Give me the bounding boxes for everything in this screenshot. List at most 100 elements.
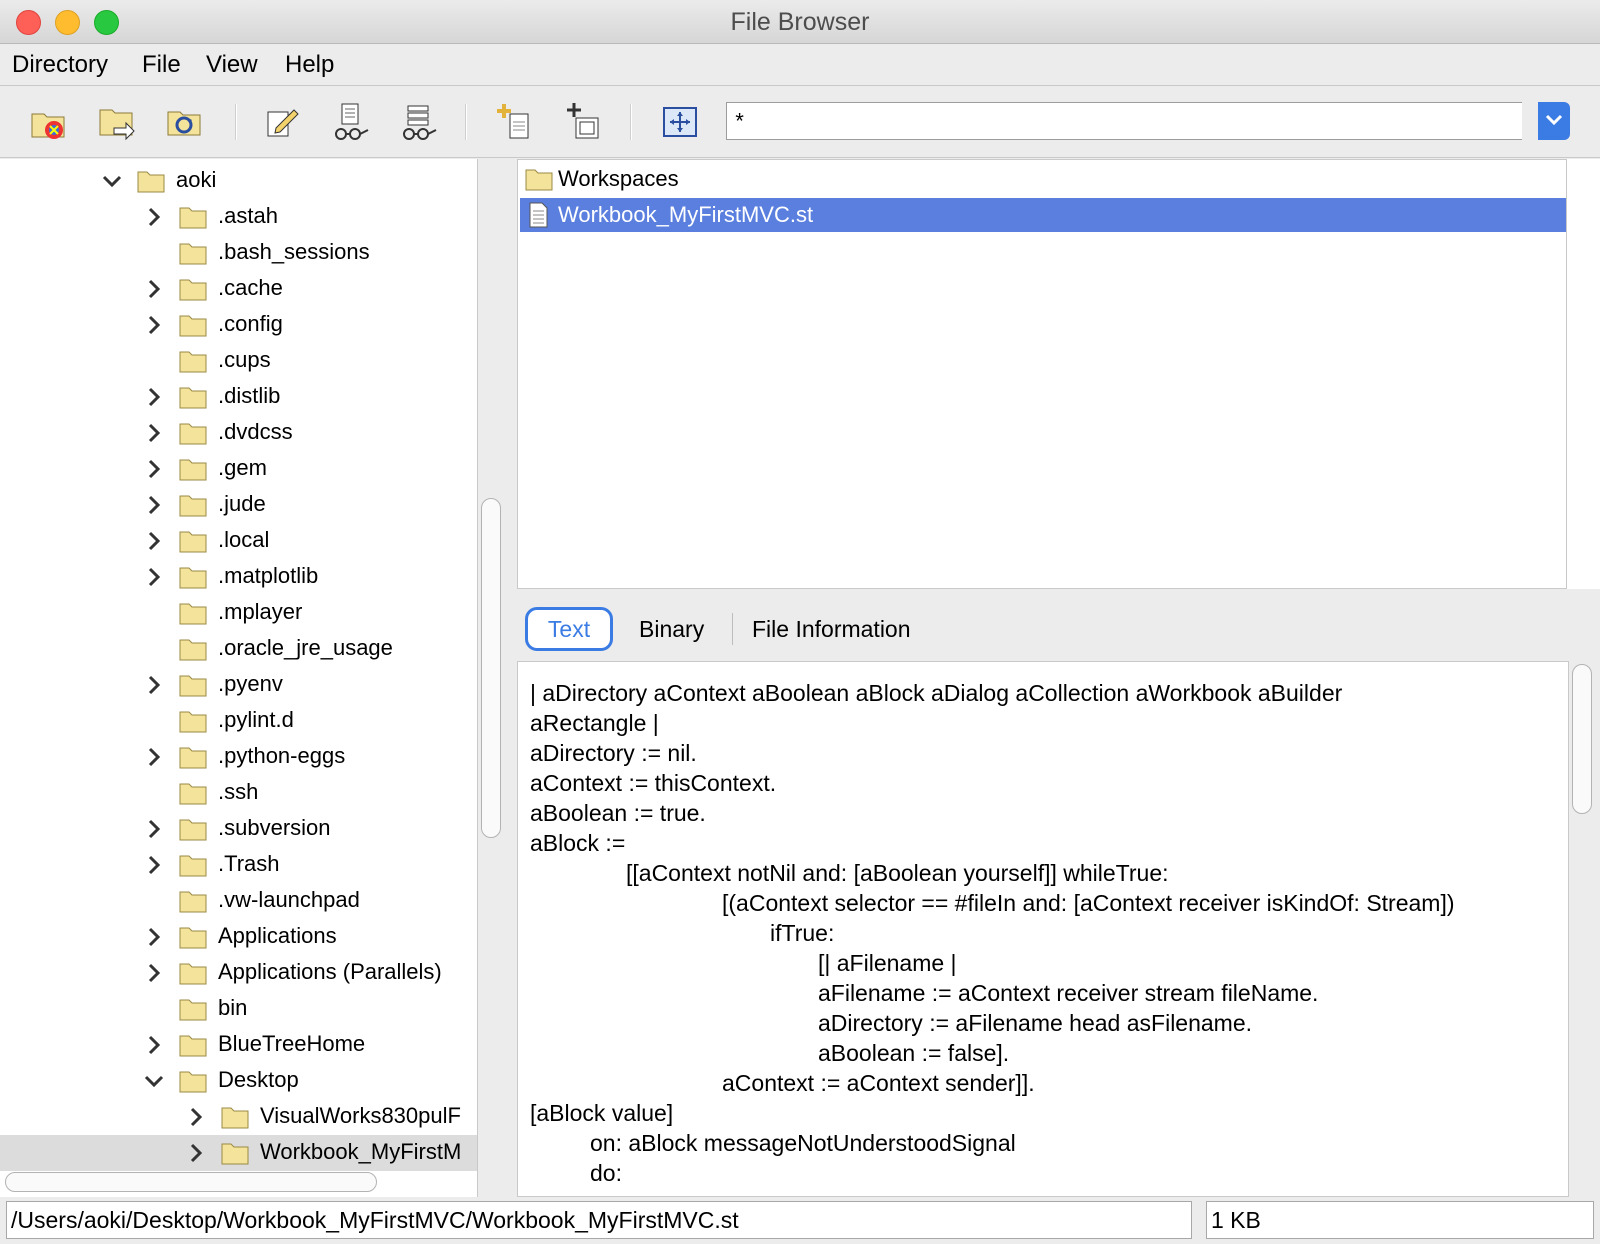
file-list[interactable]: Workspaces Workbook_MyFirstMVC.st (517, 159, 1569, 589)
code-line: aBlock := (530, 830, 626, 856)
file-list-item-selected[interactable]: Workbook_MyFirstMVC.st (520, 198, 1566, 232)
chevron-right-icon[interactable] (144, 963, 164, 983)
directory-tree[interactable]: aoki .astah .bash_sessions .cache .config .cu… (0, 159, 478, 1197)
tree-item[interactable]: .Trash (0, 847, 477, 883)
new-file-icon[interactable] (494, 100, 538, 144)
fit-icon[interactable] (658, 100, 702, 144)
code-line: on: aBlock messageNotUnderstoodSignal (590, 1130, 1016, 1156)
tree-vertical-scrollbar[interactable] (481, 498, 501, 838)
filter-dropdown-button[interactable] (1538, 102, 1570, 140)
tree-item[interactable]: .distlib (0, 379, 477, 415)
tree-item[interactable]: .python-eggs (0, 739, 477, 775)
tree-item[interactable]: BlueTreeHome (0, 1027, 477, 1063)
tree-item[interactable]: .mplayer (0, 595, 477, 631)
tree-item[interactable]: .ssh (0, 775, 477, 811)
inspect-directory-icon[interactable] (398, 100, 442, 144)
chevron-right-icon[interactable] (144, 495, 164, 515)
code-line: [aBlock value] (530, 1100, 674, 1126)
chevron-right-icon[interactable] (144, 927, 164, 947)
menu-directory[interactable]: Directory (12, 51, 108, 79)
edit-icon[interactable] (262, 100, 306, 144)
menu-help[interactable]: Help (285, 51, 334, 79)
tree-item[interactable]: .cache (0, 271, 477, 307)
chevron-right-icon[interactable] (144, 459, 164, 479)
tree-item[interactable]: .cups (0, 343, 477, 379)
tab-text[interactable]: Text (525, 607, 613, 651)
file-text-view[interactable]: | aDirectory aContext aBoolean aBlock aD… (517, 661, 1569, 1197)
menu-view[interactable]: View (206, 51, 258, 79)
tree-horizontal-scrollbar[interactable] (5, 1172, 377, 1192)
tree-item-label: Workbook_MyFirstM (260, 1139, 462, 1164)
chevron-down-icon[interactable] (102, 171, 122, 191)
tree-item[interactable]: .vw-launchpad (0, 883, 477, 919)
chevron-down-icon (1545, 114, 1563, 126)
tree-item[interactable]: Applications (0, 919, 477, 955)
folder-icon (178, 240, 208, 266)
inspect-file-icon[interactable] (330, 100, 374, 144)
refresh-directory-icon[interactable] (164, 100, 208, 144)
tree-item[interactable]: .astah (0, 199, 477, 235)
status-path-field: /Users/aoki/Desktop/Workbook_MyFirstMVC/… (6, 1201, 1192, 1239)
chevron-right-icon[interactable] (144, 567, 164, 587)
folder-icon (220, 1140, 250, 1166)
file-list-scroll-gutter (1566, 159, 1600, 589)
go-directory-icon[interactable] (96, 100, 140, 144)
tree-item[interactable]: VisualWorks830pulF (0, 1099, 477, 1135)
code-line: aRectangle | (530, 710, 659, 736)
tree-item[interactable]: .gem (0, 451, 477, 487)
chevron-right-icon[interactable] (186, 1143, 206, 1163)
chevron-right-icon[interactable] (144, 315, 164, 335)
tree-item[interactable]: .jude (0, 487, 477, 523)
filter-input[interactable]: * (726, 102, 1522, 140)
menu-file[interactable]: File (142, 51, 181, 79)
chevron-right-icon[interactable] (144, 819, 164, 839)
tree-item[interactable]: .local (0, 523, 477, 559)
tree-item[interactable]: .dvdcss (0, 415, 477, 451)
tab-separator (732, 613, 733, 645)
tree-item[interactable]: .matplotlib (0, 559, 477, 595)
code-line: [| aFilename | (818, 950, 957, 976)
folder-icon (178, 564, 208, 590)
folder-icon (178, 348, 208, 374)
tree-item[interactable]: bin (0, 991, 477, 1027)
chevron-right-icon[interactable] (144, 1035, 164, 1055)
tab-file-information[interactable]: File Information (752, 607, 911, 651)
tree-item[interactable]: Workbook_MyFirstM (0, 1135, 477, 1171)
tree-item-label: Desktop (218, 1067, 299, 1092)
tree-item[interactable]: .bash_sessions (0, 235, 477, 271)
text-vertical-scrollbar[interactable] (1572, 664, 1592, 814)
tree-item[interactable]: .config (0, 307, 477, 343)
chevron-right-icon[interactable] (144, 675, 164, 695)
tree-item[interactable]: .pyenv (0, 667, 477, 703)
tree-item-label: Applications (218, 923, 337, 948)
chevron-right-icon[interactable] (144, 279, 164, 299)
tab-binary[interactable]: Binary (639, 607, 704, 651)
tree-item-label: .subversion (218, 815, 331, 840)
folder-icon (178, 672, 208, 698)
document-icon (529, 202, 548, 228)
new-directory-icon[interactable] (562, 100, 606, 144)
chevron-right-icon[interactable] (144, 531, 164, 551)
chevron-down-icon[interactable] (144, 1071, 164, 1091)
folder-icon (178, 744, 208, 770)
chevron-right-icon[interactable] (144, 747, 164, 767)
chevron-right-icon[interactable] (186, 1107, 206, 1127)
code-line: aDirectory := nil. (530, 740, 697, 766)
chevron-right-icon[interactable] (144, 855, 164, 875)
code-line: aBoolean := true. (530, 800, 706, 826)
folder-icon (178, 204, 208, 230)
tree-item[interactable]: .oracle_jre_usage (0, 631, 477, 667)
file-name: Workbook_MyFirstMVC.st (558, 202, 814, 227)
file-list-item[interactable]: Workspaces (520, 162, 1566, 196)
chevron-right-icon[interactable] (144, 423, 164, 443)
tree-item[interactable]: aoki (0, 163, 477, 199)
tree-item[interactable]: Applications (Parallels) (0, 955, 477, 991)
tree-item[interactable]: Desktop (0, 1063, 477, 1099)
tree-item[interactable]: .pylint.d (0, 703, 477, 739)
folder-icon (178, 636, 208, 662)
chevron-right-icon[interactable] (144, 387, 164, 407)
tree-item[interactable]: .subversion (0, 811, 477, 847)
favorites-icon[interactable] (28, 100, 72, 144)
chevron-right-icon[interactable] (144, 207, 164, 227)
code-line: do: (590, 1160, 622, 1186)
